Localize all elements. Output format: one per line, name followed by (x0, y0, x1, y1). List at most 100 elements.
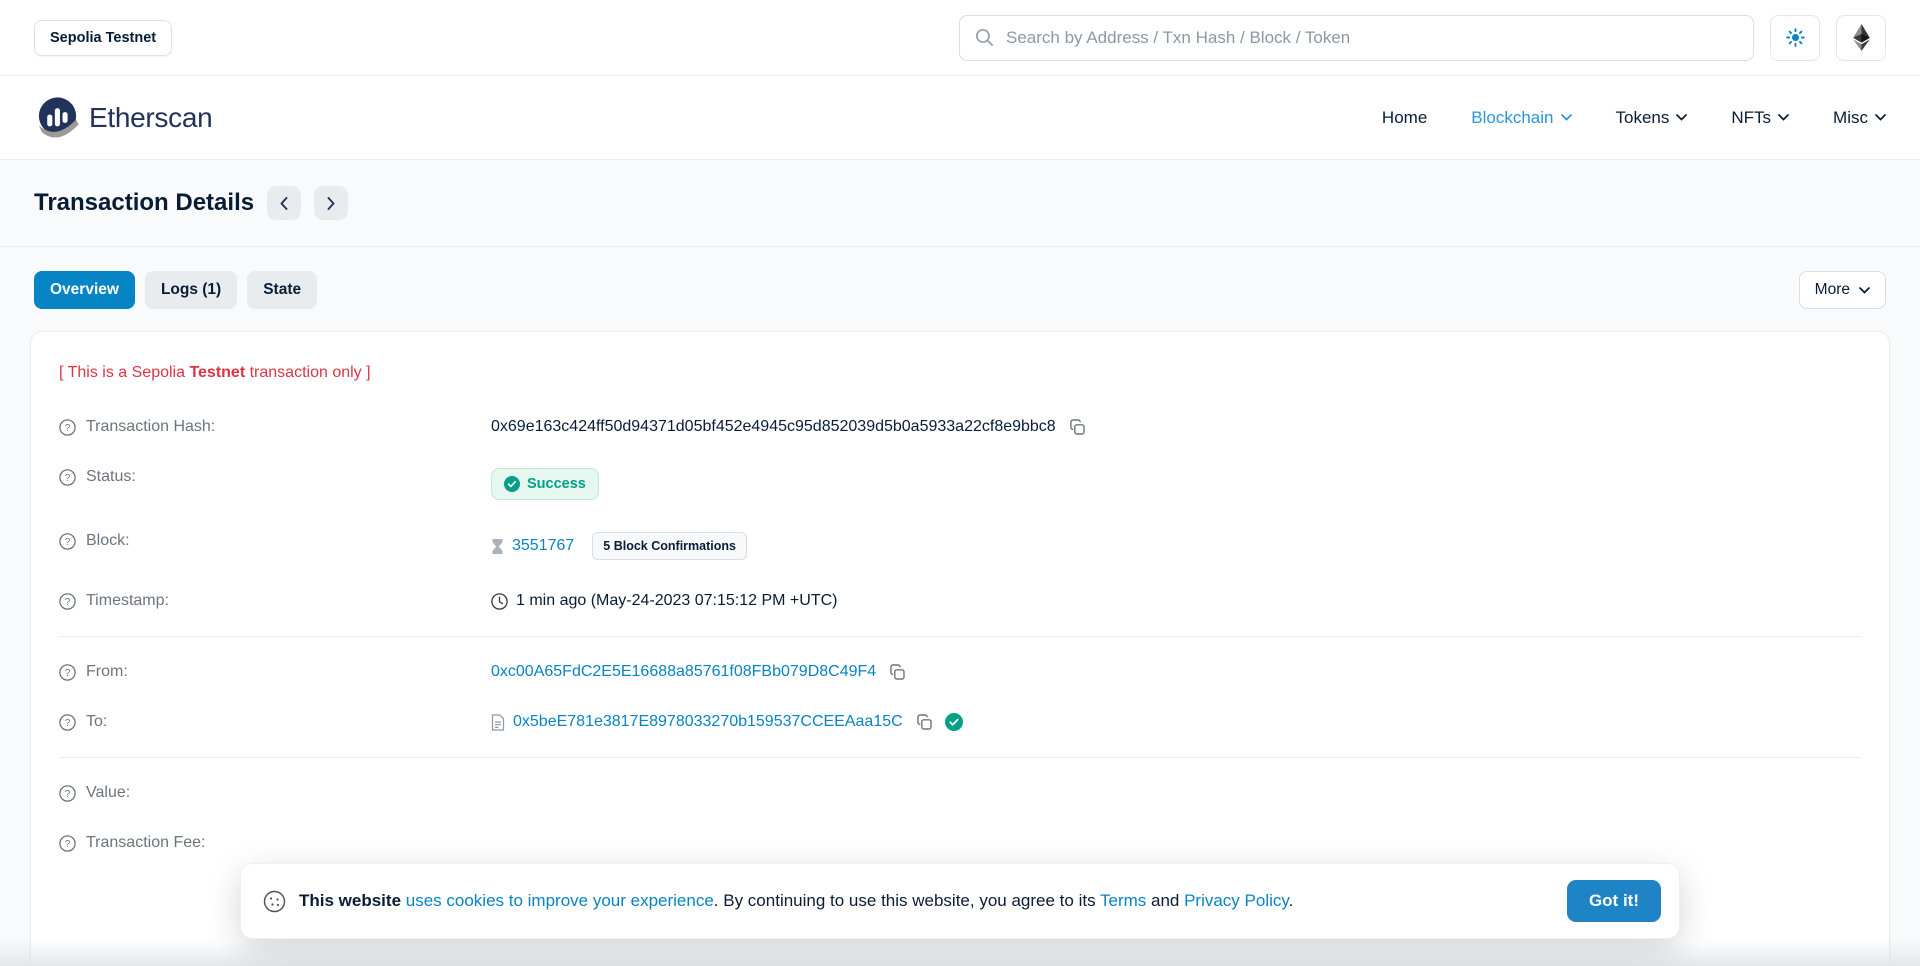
row-block: ? Block: 3551767 5 Block Confirmations (59, 516, 1861, 576)
copy-from-address-button[interactable] (889, 664, 906, 681)
cookie-icon (263, 890, 286, 913)
nav-label: Blockchain (1471, 108, 1553, 128)
chevron-down-icon (1875, 114, 1886, 121)
row-value: 0x69e163c424ff50d94371d05bf452e4945c95d8… (491, 418, 1861, 436)
row-value: 0x5beE781e3817E8978033270b159537CCEEAaa1… (491, 713, 1861, 731)
nav-label: Home (1382, 108, 1427, 128)
help-icon[interactable]: ? (59, 835, 76, 852)
help-icon[interactable]: ? (59, 593, 76, 610)
nav-label: Tokens (1616, 108, 1670, 128)
row-transaction-fee: ? Transaction Fee: (59, 818, 1861, 868)
row-label: ? Value: (59, 784, 491, 802)
row-label: ? Timestamp: (59, 592, 491, 610)
label-text: Value: (86, 784, 130, 802)
cookie-text-part: This website (299, 891, 406, 910)
search-input[interactable] (1006, 28, 1739, 48)
block-confirmations-badge: 5 Block Confirmations (592, 532, 747, 560)
main-nav: Home Blockchain Tokens NFTs Misc (1382, 108, 1886, 128)
row-label: ? From: (59, 663, 491, 681)
svg-text:?: ? (65, 718, 71, 729)
nav-item-misc[interactable]: Misc (1833, 108, 1886, 128)
previous-transaction-button[interactable] (267, 186, 301, 220)
network-switch-button[interactable] (1836, 15, 1886, 61)
row-value-amount: ? Value: (59, 768, 1861, 818)
network-badge-button[interactable]: Sepolia Testnet (34, 20, 172, 56)
row-label: ? Transaction Fee: (59, 834, 491, 852)
help-icon[interactable]: ? (59, 714, 76, 731)
cookies-info-link[interactable]: uses cookies to improve your experience (406, 891, 714, 910)
svg-text:?: ? (65, 597, 71, 608)
more-label: More (1815, 281, 1850, 299)
row-value: 3551767 5 Block Confirmations (491, 532, 1861, 560)
nav-item-home[interactable]: Home (1382, 108, 1427, 128)
hourglass-icon (491, 538, 504, 555)
label-text: Block: (86, 532, 130, 550)
topbar-right-group (959, 15, 1886, 61)
etherscan-logo[interactable]: Etherscan (34, 94, 212, 141)
row-label: ? Block: (59, 532, 491, 550)
tab-logs[interactable]: Logs (1) (145, 271, 237, 309)
row-value: 0xc00A65FdC2E5E16688a85761f08FBb079D8C49… (491, 663, 1861, 681)
timestamp-value: 1 min ago (May-24-2023 07:15:12 PM +UTC) (516, 592, 837, 610)
nav-item-blockchain[interactable]: Blockchain (1471, 108, 1571, 128)
copy-to-address-button[interactable] (916, 714, 933, 731)
row-label: ? To: (59, 713, 491, 731)
privacy-policy-link[interactable]: Privacy Policy (1184, 891, 1289, 910)
nav-label: NFTs (1731, 108, 1771, 128)
cookie-text-part: . By continuing to use this website, you… (714, 891, 1100, 910)
testnet-warning: [ This is a Sepolia Testnet transaction … (59, 340, 1861, 402)
label-text: Transaction Fee: (86, 834, 205, 852)
warning-bold: Testnet (189, 364, 245, 381)
label-text: Timestamp: (86, 592, 169, 610)
label-text: Status: (86, 468, 136, 486)
warning-text: transaction only ] (245, 364, 370, 381)
next-transaction-button[interactable] (314, 186, 348, 220)
chevron-down-icon (1859, 287, 1870, 294)
label-text: From: (86, 663, 128, 681)
block-number-link[interactable]: 3551767 (512, 537, 574, 555)
top-bar: Sepolia Testnet (0, 0, 1920, 76)
nav-label: Misc (1833, 108, 1868, 128)
help-icon[interactable]: ? (59, 533, 76, 550)
chevron-right-icon (327, 197, 335, 210)
row-value: 1 min ago (May-24-2023 07:15:12 PM +UTC) (491, 592, 1861, 610)
row-transaction-hash: ? Transaction Hash: 0x69e163c424ff50d943… (59, 402, 1861, 452)
chevron-left-icon (280, 197, 288, 210)
ethereum-icon (1853, 24, 1870, 51)
contract-icon (491, 714, 505, 731)
svg-text:?: ? (65, 839, 71, 850)
warning-text: [ This is a Sepolia (59, 364, 189, 381)
label-text: To: (86, 713, 107, 731)
theme-toggle-button[interactable] (1770, 15, 1820, 61)
copy-icon (916, 714, 933, 731)
row-label: ? Status: (59, 468, 491, 486)
main-header: Etherscan Home Blockchain Tokens NFTs Mi… (0, 76, 1920, 160)
copy-icon (889, 664, 906, 681)
copy-hash-button[interactable] (1069, 419, 1086, 436)
svg-text:?: ? (65, 789, 71, 800)
nav-item-nfts[interactable]: NFTs (1731, 108, 1789, 128)
terms-link[interactable]: Terms (1100, 891, 1146, 910)
tab-overview[interactable]: Overview (34, 271, 135, 309)
row-value: Success (491, 468, 1861, 500)
help-icon[interactable]: ? (59, 419, 76, 436)
to-address-link[interactable]: 0x5beE781e3817E8978033270b159537CCEEAaa1… (513, 713, 903, 731)
help-icon[interactable]: ? (59, 664, 76, 681)
cookie-text-part: . (1289, 891, 1294, 910)
status-text: Success (527, 476, 586, 492)
svg-text:?: ? (65, 423, 71, 434)
brand-wordmark: Etherscan (89, 102, 212, 134)
nav-item-tokens[interactable]: Tokens (1616, 108, 1688, 128)
row-to: ? To: 0x5beE781e3817E8978033270b159537CC… (59, 697, 1861, 747)
sun-icon (1785, 27, 1806, 48)
tab-state[interactable]: State (247, 271, 317, 309)
search-box[interactable] (959, 15, 1754, 61)
more-dropdown-button[interactable]: More (1799, 271, 1886, 309)
cookie-message: This website uses cookies to improve you… (299, 891, 1293, 911)
chevron-down-icon (1561, 114, 1572, 121)
help-icon[interactable]: ? (59, 785, 76, 802)
got-it-button[interactable]: Got it! (1567, 880, 1661, 922)
from-address-link[interactable]: 0xc00A65FdC2E5E16688a85761f08FBb079D8C49… (491, 663, 876, 681)
help-icon[interactable]: ? (59, 469, 76, 486)
check-circle-icon (504, 476, 520, 492)
